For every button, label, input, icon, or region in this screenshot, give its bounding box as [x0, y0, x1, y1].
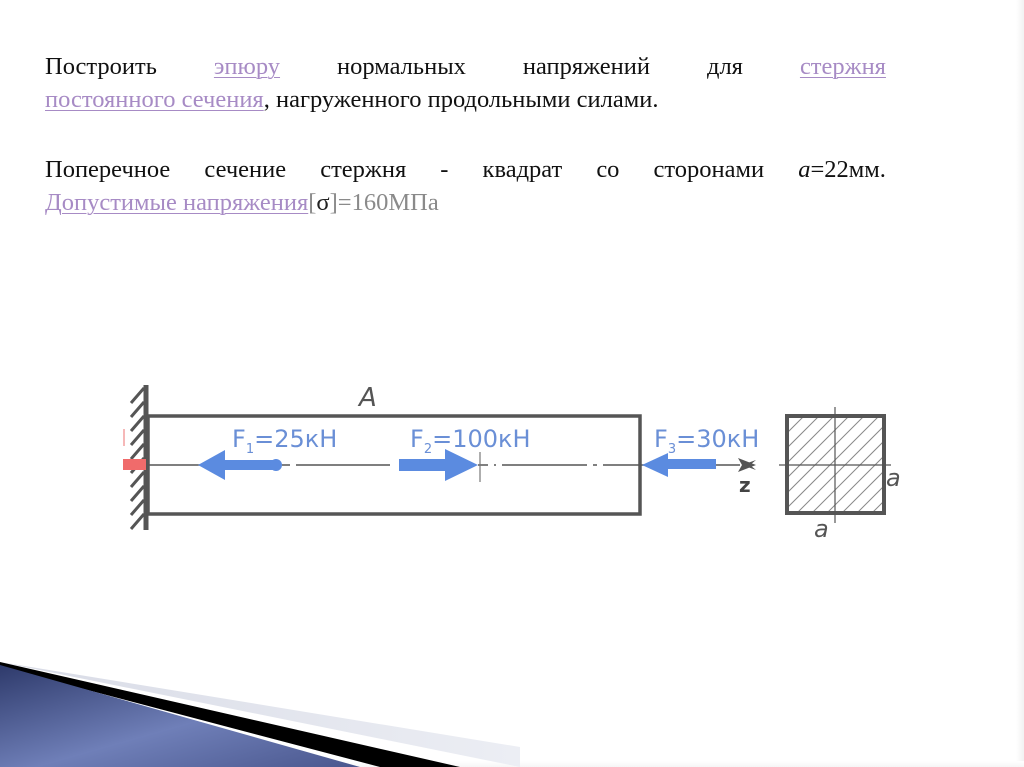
- cross-section-line-2: Допустимые напряжения [σ]=160МПа: [45, 186, 886, 219]
- text-word: сторонами: [653, 156, 765, 183]
- link-allowable-stress[interactable]: Допустимые напряжения: [45, 186, 308, 219]
- fixed-support: [123, 385, 149, 530]
- wall-hatching: [129, 387, 146, 530]
- cross-section-side-label-right: a: [886, 464, 901, 492]
- force-1: F1=25кН: [198, 425, 337, 480]
- decorative-corner: [0, 662, 520, 767]
- slide-right-edge: [1016, 0, 1024, 767]
- force-1-label: F1=25кН: [232, 425, 337, 457]
- text-build: Построить: [45, 53, 157, 80]
- text-word: со: [596, 156, 620, 183]
- section-label: A: [357, 383, 377, 413]
- force-2: F2=100кН: [399, 425, 531, 481]
- text-word: сечение: [204, 156, 287, 183]
- force-3-arrowhead: [642, 453, 668, 477]
- force-3-label: F3=30кН: [654, 425, 759, 457]
- force-3: F3=30кН: [642, 425, 759, 477]
- text-word: квадрат: [482, 156, 563, 183]
- cross-section-outline: [785, 414, 886, 515]
- bracket-open: [: [308, 189, 317, 216]
- axis-label: z: [739, 473, 751, 497]
- task-statement-line-2: постоянного сечения, нагруженного продол…: [45, 83, 886, 116]
- axis-arrow-tip: [738, 458, 756, 472]
- text-normal: нормальных: [337, 53, 466, 80]
- text-word: -: [440, 156, 449, 183]
- force-3-arrow-shaft: [664, 459, 716, 469]
- cross-section-hatching: [787, 416, 884, 513]
- text-word: стержня: [320, 156, 407, 183]
- support-marker: [123, 459, 146, 470]
- force-1-arrow-shaft: [220, 460, 276, 470]
- cross-section: a a: [779, 407, 901, 543]
- cross-section-line-1: Поперечное сечение стержня - квадрат со …: [45, 153, 886, 186]
- force-2-arrow-shaft: [399, 459, 447, 471]
- link-rod[interactable]: стержня: [800, 50, 886, 83]
- link-epure[interactable]: эпюру: [214, 50, 280, 83]
- cross-section-statement: Поперечное сечение стержня - квадрат со …: [45, 153, 886, 219]
- force-2-arrowhead: [445, 449, 478, 481]
- task-statement-line-1: Построить эпюру нормальных напряжений дл…: [45, 50, 886, 83]
- task-statement: Построить эпюру нормальных напряжений дл…: [45, 50, 886, 116]
- cross-section-side-label-bottom: a: [814, 515, 829, 543]
- allowable-stress-value: ]=160МПа: [329, 189, 439, 216]
- side-variable: a: [798, 156, 811, 183]
- force-2-label: F2=100кН: [410, 425, 531, 457]
- rod-beam: [146, 414, 642, 516]
- link-constant-section[interactable]: постоянного сечения: [45, 83, 264, 116]
- axis-arrowhead: [742, 460, 756, 470]
- text-loaded: , нагруженного продольными силами.: [263, 86, 659, 113]
- text-word: Поперечное: [45, 156, 171, 183]
- sigma-symbol: σ: [316, 189, 330, 216]
- force-1-arrowhead: [198, 450, 225, 480]
- text-for: для: [706, 53, 743, 80]
- force-1-arrow-tail: [270, 459, 282, 471]
- text-stresses: напряжений: [522, 53, 650, 80]
- side-value: =22мм.: [810, 156, 886, 183]
- side-length: a=22мм.: [798, 153, 886, 186]
